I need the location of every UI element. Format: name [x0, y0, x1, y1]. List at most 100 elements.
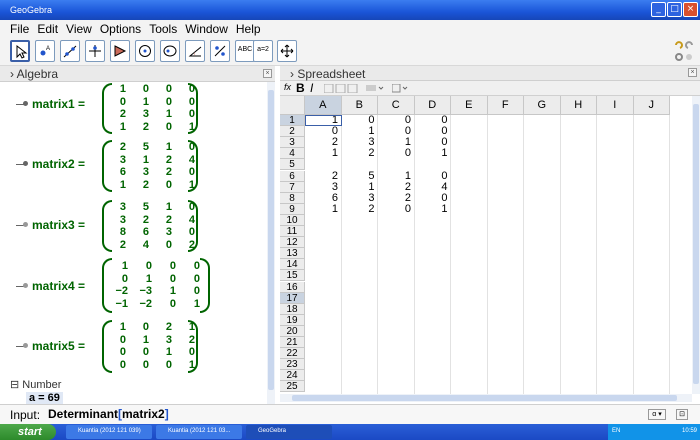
row-header-17[interactable]: 17	[280, 292, 305, 304]
undo-icon[interactable]	[674, 40, 684, 50]
ellipse-tool[interactable]	[160, 40, 180, 62]
column-header-c[interactable]: C	[378, 96, 415, 115]
border-icon[interactable]	[392, 84, 410, 93]
visibility-toggle-icon[interactable]	[16, 222, 28, 227]
row-header-23[interactable]: 23	[280, 359, 305, 371]
row-header-22[interactable]: 22	[280, 348, 305, 360]
spreadsheet-cell[interactable]: 0	[415, 170, 447, 181]
row-header-24[interactable]: 24	[280, 370, 305, 382]
spreadsheet-cell[interactable]: 0	[415, 137, 447, 148]
help-icon[interactable]	[684, 52, 694, 62]
column-header-g[interactable]: G	[524, 96, 561, 115]
matrix-item[interactable]: matrix3 = 3510 3224 8630 2402	[0, 198, 260, 254]
start-button[interactable]: start	[0, 424, 56, 440]
spreadsheet-cell[interactable]: 6	[305, 192, 338, 203]
row-header-4[interactable]: 4	[280, 148, 305, 160]
menu-help[interactable]: Help	[236, 20, 261, 38]
row-header-3[interactable]: 3	[280, 137, 305, 149]
move-tool[interactable]	[10, 40, 30, 62]
row-header-13[interactable]: 13	[280, 248, 305, 260]
spreadsheet-cell[interactable]: 1	[378, 137, 411, 148]
row-header-1[interactable]: 1	[280, 115, 305, 127]
row-header-21[interactable]: 21	[280, 337, 305, 349]
row-header-14[interactable]: 14	[280, 259, 305, 271]
spreadsheet-cell[interactable]: 2	[305, 137, 338, 148]
fill-color-icon[interactable]	[366, 84, 384, 93]
row-header-10[interactable]: 10	[280, 214, 305, 226]
number-category[interactable]: ⊟ Number	[10, 378, 61, 391]
italic-button[interactable]: I	[310, 81, 313, 95]
row-header-20[interactable]: 20	[280, 325, 305, 337]
visibility-toggle-icon[interactable]	[16, 101, 28, 106]
spreadsheet-cell[interactable]: 1	[415, 148, 447, 159]
polygon-tool[interactable]	[110, 40, 130, 62]
move-view-tool[interactable]	[277, 40, 297, 62]
task-geogebra[interactable]: GeoGebra	[246, 425, 332, 439]
spreadsheet-cell[interactable]: 2	[342, 203, 374, 214]
spreadsheet-vscrollbar[interactable]	[692, 96, 700, 394]
symbol-dropdown-icon[interactable]: α ▾	[648, 409, 666, 420]
menu-view[interactable]: View	[66, 20, 92, 38]
scroll-thumb[interactable]	[268, 90, 274, 390]
reflect-tool[interactable]	[210, 40, 230, 62]
number-a-item[interactable]: a = 69	[26, 392, 63, 404]
fx-label[interactable]: fx	[284, 82, 291, 92]
tray-language[interactable]: EN	[612, 428, 620, 434]
column-header-e[interactable]: E	[451, 96, 488, 115]
row-header-15[interactable]: 15	[280, 270, 305, 282]
task-kuantia-2[interactable]: Kuantia (2012 121 03...	[156, 425, 242, 439]
row-header-2[interactable]: 2	[280, 126, 305, 138]
point-tool[interactable]: A	[35, 40, 55, 62]
spreadsheet-cell[interactable]: 1	[378, 170, 411, 181]
spreadsheet-cell[interactable]: 0	[415, 115, 447, 126]
spreadsheet-cell[interactable]: 0	[415, 192, 447, 203]
row-header-18[interactable]: 18	[280, 303, 305, 315]
spreadsheet-cell[interactable]: 2	[305, 170, 338, 181]
spreadsheet-cell[interactable]: 0	[342, 115, 374, 126]
row-header-6[interactable]: 6	[280, 170, 305, 182]
row-header-5[interactable]: 5	[280, 159, 305, 171]
column-header-b[interactable]: B	[341, 96, 378, 115]
spreadsheet-close-icon[interactable]: ×	[688, 68, 697, 77]
close-button[interactable]: ×	[683, 2, 698, 17]
column-header-h[interactable]: H	[560, 96, 597, 115]
spreadsheet-cell[interactable]: 2	[378, 181, 411, 192]
input-field[interactable]: Determinant[matrix2]	[48, 407, 638, 422]
corner-cell[interactable]	[280, 96, 305, 115]
line-tool[interactable]	[60, 40, 80, 62]
menu-tools[interactable]: Tools	[149, 20, 177, 38]
gear-icon[interactable]	[674, 52, 684, 62]
matrix-item[interactable]: matrix4 = 1000 0100 −2 −3 1 0 −1 −2 0 1	[0, 256, 260, 316]
spreadsheet-cell[interactable]: 4	[415, 181, 447, 192]
spreadsheet-cell[interactable]: 1	[415, 203, 447, 214]
visibility-toggle-icon[interactable]	[16, 283, 28, 288]
row-header-11[interactable]: 11	[280, 226, 305, 238]
text-tool[interactable]: ABC	[235, 40, 255, 62]
column-header-j[interactable]: J	[633, 96, 670, 115]
spreadsheet-cell[interactable]: 2	[378, 192, 411, 203]
spreadsheet-cell[interactable]: 0	[415, 126, 447, 137]
scroll-thumb[interactable]	[693, 104, 699, 384]
row-header-7[interactable]: 7	[280, 181, 305, 193]
bold-button[interactable]: B	[296, 81, 305, 95]
row-header-12[interactable]: 12	[280, 237, 305, 249]
spreadsheet-hscrollbar[interactable]	[280, 394, 692, 402]
spreadsheet-cell[interactable]: 1	[305, 148, 338, 159]
scroll-thumb[interactable]	[292, 395, 677, 401]
spreadsheet-cell[interactable]: 3	[342, 137, 374, 148]
menu-file[interactable]: File	[10, 20, 29, 38]
row-header-8[interactable]: 8	[280, 192, 305, 204]
spreadsheet-cell[interactable]: 0	[378, 148, 411, 159]
menu-options[interactable]: Options	[100, 20, 141, 38]
spreadsheet-cell[interactable]: 1	[342, 126, 374, 137]
row-header-16[interactable]: 16	[280, 281, 305, 293]
spreadsheet-cell[interactable]: 3	[342, 192, 374, 203]
algebra-close-icon[interactable]: ×	[263, 69, 272, 78]
spreadsheet-cell[interactable]: 2	[342, 148, 374, 159]
column-header-d[interactable]: D	[414, 96, 451, 115]
row-header-9[interactable]: 9	[280, 203, 305, 215]
algebra-scrollbar[interactable]	[267, 82, 275, 404]
row-header-25[interactable]: 25	[280, 381, 305, 393]
spreadsheet-cell[interactable]: 0	[378, 115, 411, 126]
matrix-item[interactable]: matrix2 = 2510 3124 6320 1201	[0, 139, 260, 195]
